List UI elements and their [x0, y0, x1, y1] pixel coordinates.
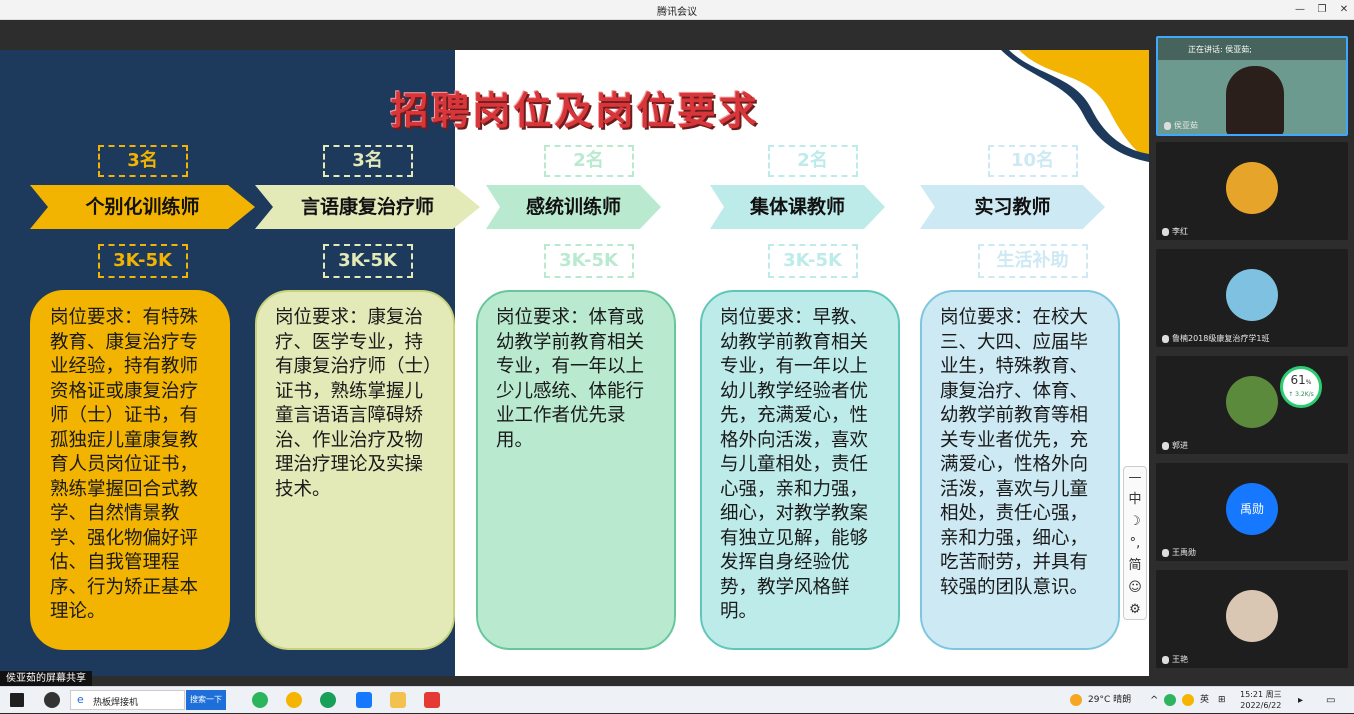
taskbar: e 热板焊接机 搜索一下 29°C 晴朗 ^ 英 ⊞ 15:21 周三 2022… [0, 686, 1354, 713]
wps-icon[interactable] [424, 692, 440, 708]
app-icon[interactable] [44, 692, 60, 708]
sun-icon [1070, 694, 1082, 706]
participant-tile[interactable]: 王艳 [1156, 570, 1348, 668]
participant-tile[interactable]: 李红 [1156, 142, 1348, 240]
participant-name: 郭进 [1162, 440, 1188, 451]
participant-name: 王艳 [1162, 654, 1188, 665]
avatar [1226, 376, 1278, 428]
participant-sidebar: 正在讲话: 侯亚茹; 侯亚茹 李红 鲁楠2018级康复治疗学1班 61% ↑ 3… [1149, 20, 1354, 686]
position-column-5: 10名 实习教师 生活补助 岗位要求：在校大三、大四、应届毕业生，特殊教育、康复… [920, 50, 1145, 676]
requirement-card: 岗位要求：早教、幼教学前教育相关专业，有一年以上幼儿教学经验者优先，充满爱心，性… [700, 290, 900, 650]
participant-name: 侯亚茹 [1164, 120, 1198, 131]
mic-muted-icon [1162, 227, 1169, 236]
mic-icon [1164, 121, 1171, 130]
search-button[interactable]: 搜索一下 [186, 690, 226, 710]
position-title: 个别化训练师 [30, 185, 255, 229]
participant-tile-active[interactable]: 正在讲话: 侯亚茹; 侯亚茹 [1156, 36, 1348, 136]
salary-badge: 3K-5K [767, 244, 858, 278]
participant-name: 李红 [1162, 226, 1188, 237]
requirement-card: 岗位要求：有特殊教育、康复治疗专业经验，持有教师资格证或康复治疗师（士）证书，有… [30, 290, 230, 650]
input-language[interactable]: 英 [1200, 687, 1209, 714]
task-view-icon[interactable]: ▸ [1298, 687, 1303, 714]
headcount-badge: 2名 [767, 145, 858, 177]
emoji-icon[interactable]: ☺ [1124, 577, 1146, 599]
participant-name: 鲁楠2018级康复治疗学1班 [1162, 333, 1269, 344]
chevron-up-icon[interactable]: ^ [1150, 687, 1158, 714]
headcount-badge: 2名 [543, 145, 634, 177]
edge-icon: e [77, 693, 84, 706]
salary-badge: 3K-5K [543, 244, 634, 278]
position-column-2: 3名 言语康复治疗师 3K-5K 岗位要求：康复治疗、医学专业，持有康复治疗师（… [255, 50, 480, 676]
requirement-card: 岗位要求：康复治疗、医学专业，持有康复治疗师（士）证书，熟练掌握儿童言语语言障碍… [255, 290, 455, 650]
participant-tile[interactable]: 61% ↑ 3.2K/s 郭进 [1156, 356, 1348, 454]
clock[interactable]: 15:21 周三 2022/6/22 [1240, 689, 1282, 711]
salary-badge: 3K-5K [97, 244, 188, 278]
speaking-indicator: 正在讲话: 侯亚茹; [1188, 45, 1252, 54]
folder-icon[interactable] [390, 692, 406, 708]
windows-start-icon[interactable] [10, 693, 24, 707]
wechat-icon[interactable] [320, 692, 336, 708]
close-icon[interactable]: ✕ [1334, 2, 1354, 18]
browser-icon[interactable] [252, 692, 268, 708]
avatar [1226, 590, 1278, 642]
weather-text[interactable]: 29°C 晴朗 [1088, 687, 1131, 714]
restore-icon[interactable]: ❐ [1312, 2, 1332, 18]
position-title: 集体课教师 [710, 185, 885, 229]
position-column-1: 3名 个别化训练师 3K-5K 岗位要求：有特殊教育、康复治疗专业经验，持有教师… [30, 50, 255, 676]
position-column-4: 2名 集体课教师 3K-5K 岗位要求：早教、幼教学前教育相关专业，有一年以上幼… [700, 50, 925, 676]
punctuation-toggle[interactable]: °, [1124, 533, 1146, 555]
participant-tile[interactable]: 禹勋 王禹勋 [1156, 463, 1348, 561]
chrome-icon[interactable] [286, 692, 302, 708]
ime-chinese-toggle[interactable]: 中 [1124, 489, 1146, 511]
headcount-badge: 3名 [97, 145, 188, 177]
network-indicator: 61% ↑ 3.2K/s [1280, 366, 1322, 408]
mic-muted-icon [1162, 334, 1169, 343]
requirement-card: 岗位要求：体育或幼教学前教育相关专业，有一年以上少儿感统、体能行业工作者优先录用… [476, 290, 676, 650]
headcount-badge: 3名 [322, 145, 413, 177]
screen-share-label: 侯亚茹的屏幕共享 [0, 671, 92, 686]
mic-muted-icon [1162, 548, 1169, 557]
position-column-3: 2名 感统训练师 3K-5K 岗位要求：体育或幼教学前教育相关专业，有一年以上少… [476, 50, 701, 676]
search-box[interactable]: e 热板焊接机 [70, 690, 185, 710]
mic-muted-icon [1162, 655, 1169, 664]
speaker-video [1226, 66, 1284, 134]
slide: 招聘岗位及岗位要求 3名 个别化训练师 3K-5K 岗位要求：有特殊教育、康复治… [0, 50, 1149, 676]
salary-badge: 生活补助 [977, 244, 1088, 278]
speaking-bar [1158, 38, 1346, 60]
headcount-badge: 10名 [987, 145, 1078, 177]
tray-app-icon[interactable] [1182, 694, 1194, 706]
minimize-icon[interactable]: — [1290, 2, 1310, 18]
position-title: 实习教师 [920, 185, 1105, 229]
settings-icon[interactable]: ⚙ [1124, 599, 1146, 621]
notification-icon[interactable]: ▭ [1326, 687, 1335, 714]
ime-toolbar: — 中 ☽ °, 简 ☺ ⚙ [1123, 466, 1147, 620]
mic-muted-icon [1162, 441, 1169, 450]
position-title: 感统训练师 [486, 185, 661, 229]
tencent-meeting-icon[interactable] [356, 692, 372, 708]
ime-mode-icon[interactable]: ⊞ [1218, 687, 1226, 714]
avatar [1226, 162, 1278, 214]
simplified-toggle[interactable]: 简 [1124, 555, 1146, 577]
ime-collapse-icon[interactable]: — [1124, 467, 1146, 489]
participant-name: 王禹勋 [1162, 547, 1196, 558]
avatar [1226, 269, 1278, 321]
participant-tile[interactable]: 鲁楠2018级康复治疗学1班 [1156, 249, 1348, 347]
salary-badge: 3K-5K [322, 244, 413, 278]
position-title: 言语康复治疗师 [255, 185, 480, 229]
moon-icon[interactable]: ☽ [1124, 511, 1146, 533]
requirement-card: 岗位要求：在校大三、大四、应届毕业生，特殊教育、康复治疗、体育、幼教学前教育等相… [920, 290, 1120, 650]
tray-app-icon[interactable] [1164, 694, 1176, 706]
window-title: 腾讯会议 [657, 7, 697, 18]
search-input[interactable]: 热板焊接机 [93, 695, 138, 708]
shared-screen: 招聘岗位及岗位要求 3名 个别化训练师 3K-5K 岗位要求：有特殊教育、康复治… [0, 20, 1149, 686]
window-titlebar: 腾讯会议 — ❐ ✕ [0, 0, 1354, 20]
avatar: 禹勋 [1226, 483, 1278, 535]
